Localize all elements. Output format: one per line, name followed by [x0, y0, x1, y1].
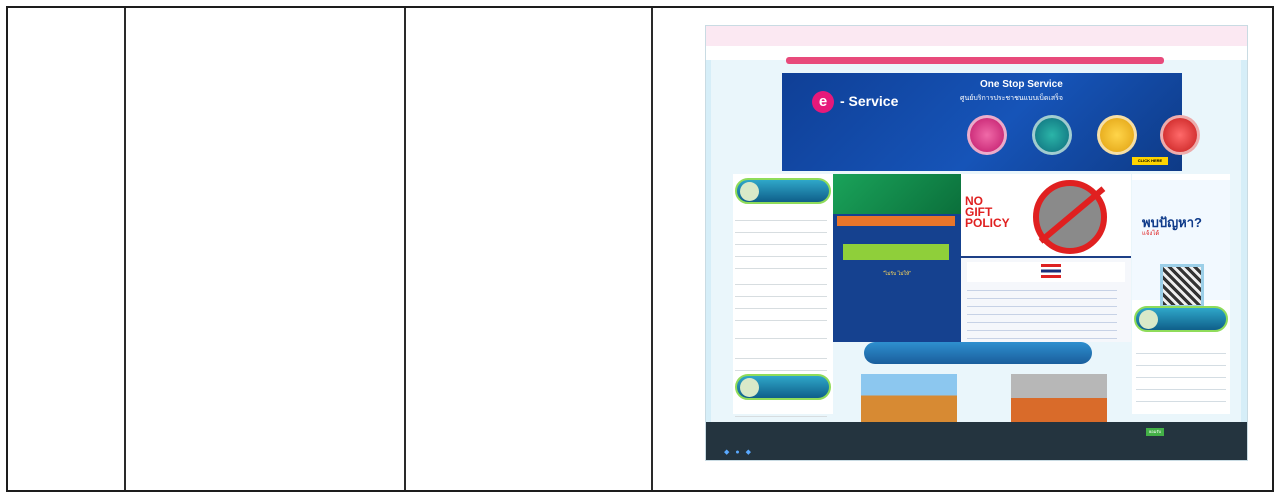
activity-photo[interactable] — [1011, 374, 1107, 422]
service-button-4[interactable] — [1160, 115, 1200, 155]
right-link[interactable] — [1136, 368, 1226, 378]
sidebar-link[interactable] — [735, 248, 827, 257]
info-line — [967, 286, 1117, 291]
service-button-1[interactable] — [967, 115, 1007, 155]
sidebar-link[interactable] — [735, 276, 827, 285]
column-divider — [124, 8, 126, 490]
poster-emblem-area — [833, 174, 961, 214]
emblem-icon — [740, 182, 759, 201]
sidebar-section-header[interactable] — [735, 374, 831, 400]
poster-title-band — [837, 216, 955, 226]
activity-photo[interactable] — [861, 374, 957, 422]
eservice-logo: e — [812, 91, 834, 113]
right-link[interactable] — [1136, 392, 1226, 402]
sidebar-link[interactable] — [735, 362, 827, 371]
right-sidebar: พบปัญหา? แจ้งได้ — [1132, 174, 1230, 414]
sidebar-link[interactable] — [735, 224, 827, 233]
poster-thai-text: "ไม่รับ ไม่ให้" — [882, 271, 912, 277]
service-button-2[interactable] — [1032, 115, 1072, 155]
info-line — [967, 334, 1117, 339]
cookie-accept-button[interactable]: ยอมรับ — [1146, 428, 1164, 436]
browser-tab-bar — [706, 26, 1247, 46]
anti-corruption-panel — [961, 256, 1131, 342]
anti-corruption-header — [967, 262, 1125, 282]
emblem-icon — [740, 378, 759, 397]
activities-header[interactable] — [864, 342, 1092, 364]
one-stop-service-subtitle: ศูนย์บริการประชาชนแบบเบ็ดเสร็จ — [960, 95, 1063, 102]
info-line — [967, 294, 1117, 299]
sidebar-link[interactable] — [735, 330, 827, 339]
help-banner[interactable]: พบปัญหา? แจ้งได้ — [1132, 180, 1230, 308]
right-link[interactable] — [1136, 356, 1226, 366]
one-stop-service-title: One Stop Service — [980, 79, 1063, 90]
info-line — [967, 318, 1117, 323]
right-link[interactable] — [1136, 344, 1226, 354]
help-subheading: แจ้งได้ — [1142, 231, 1160, 237]
sidebar-link[interactable] — [735, 236, 827, 245]
sidebar-link[interactable] — [735, 300, 827, 309]
sidebar-link[interactable] — [735, 212, 827, 221]
right-link[interactable] — [1136, 380, 1226, 390]
no-gift-policy-text: NO GIFT POLICY — [965, 194, 1010, 230]
emblem-icon — [1139, 310, 1158, 329]
sidebar-link[interactable] — [735, 408, 827, 417]
social-icons[interactable]: ◆●◆ — [724, 448, 757, 456]
right-section-header[interactable] — [1134, 306, 1228, 332]
column-divider — [404, 8, 406, 490]
sidebar-link[interactable] — [735, 288, 827, 297]
column-divider — [651, 8, 653, 490]
service-button-3[interactable] — [1097, 115, 1137, 155]
embedded-website-screenshot: e - Service One Stop Service ศูนย์บริการ… — [705, 25, 1248, 461]
sidebar-link[interactable] — [735, 350, 827, 359]
left-sidebar — [733, 174, 833, 417]
click-here-button[interactable]: CLICK HERE — [1132, 157, 1168, 165]
center-poster: "ไม่รับ ไม่ให้" — [833, 174, 961, 342]
cookie-footer: ยอมรับ ◆●◆ — [706, 422, 1247, 460]
poster-green-bar — [843, 244, 949, 260]
qr-code-icon[interactable] — [1160, 264, 1204, 308]
sidebar-link[interactable] — [735, 312, 827, 321]
info-line — [967, 310, 1117, 315]
eservice-label: - Service — [840, 93, 899, 109]
info-line — [967, 326, 1117, 331]
no-gift-policy-banner: NO GIFT POLICY — [961, 174, 1131, 256]
sidebar-menu-header[interactable] — [735, 178, 831, 204]
thai-flag-icon — [1041, 264, 1061, 278]
sidebar-link[interactable] — [735, 260, 827, 269]
eservice-banner[interactable]: e - Service One Stop Service ศูนย์บริการ… — [782, 73, 1200, 171]
info-line — [967, 302, 1117, 307]
news-marquee — [786, 57, 1164, 64]
